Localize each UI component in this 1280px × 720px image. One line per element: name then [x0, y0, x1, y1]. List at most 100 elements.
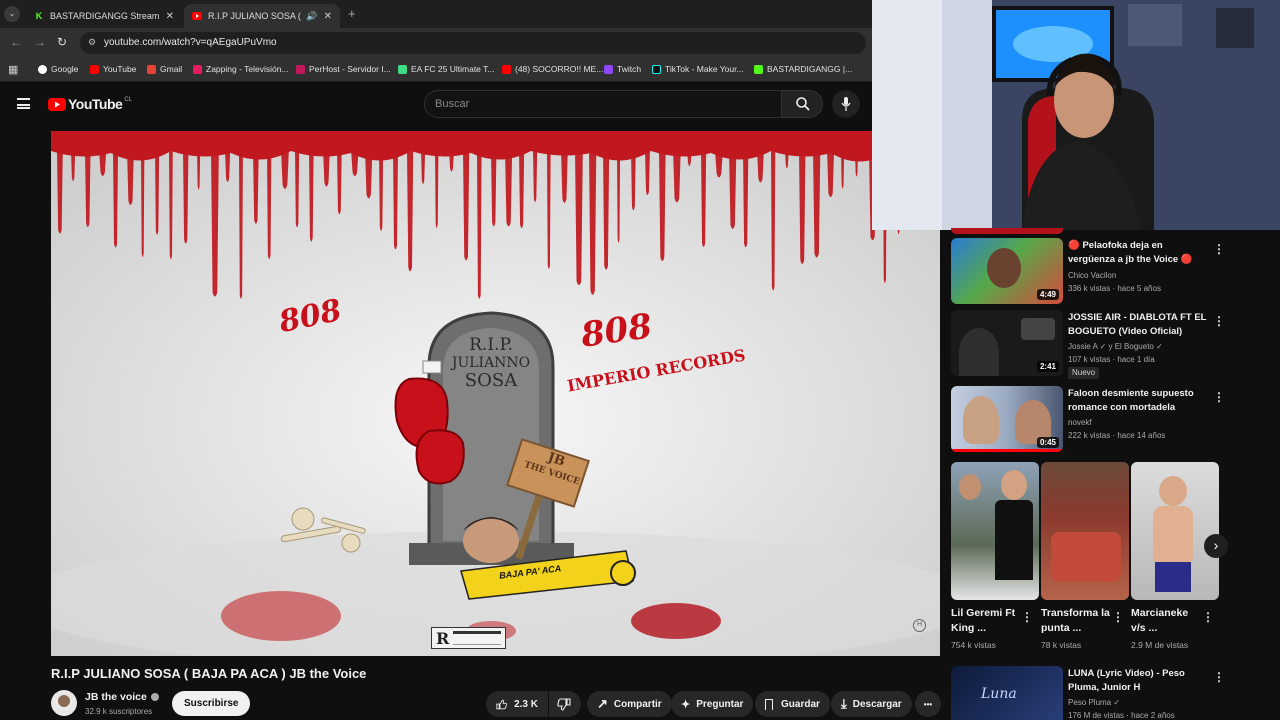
youtube-icon — [502, 64, 511, 74]
share-label: Compartir — [613, 698, 662, 710]
bookmark-perhost[interactable]: PerHost - Servidor I... — [296, 64, 391, 74]
shorts-title: Transforma la punta ... — [1041, 607, 1110, 634]
subscriber-count: 32.9 k suscriptores — [85, 707, 153, 716]
art-name-last: SOSA — [464, 370, 518, 391]
more-options-icon[interactable]: ⋮ — [1021, 610, 1033, 624]
recommendation-thumbnail[interactable]: 4:49 — [951, 238, 1063, 304]
recommendation-channel: Peso Pluma ✓ — [1068, 698, 1121, 707]
art-rating-badge: R — [431, 627, 507, 649]
shorts-title: Marcianeke v/s ... — [1131, 607, 1189, 634]
recommendation-channel: Chico Vacilon — [1068, 271, 1117, 280]
tab-bastardigangg[interactable]: K BASTARDIGANGG Stream - Wa ✕ — [26, 4, 182, 28]
shorts-thumbnail[interactable] — [1041, 462, 1129, 600]
subscribe-button[interactable]: Suscribirse — [172, 691, 251, 716]
eafc-icon — [398, 64, 407, 74]
ask-label: Preguntar — [696, 698, 744, 710]
recommendation-item[interactable]: 0:45 Faloon desmiente supuesto romance c… — [951, 386, 1267, 454]
more-options-icon[interactable]: ⋮ — [1213, 314, 1225, 328]
duration-badge: 4:49 — [1036, 289, 1059, 300]
apps-icon[interactable]: ▦ — [8, 63, 18, 76]
bookmark-icon — [765, 698, 773, 710]
speaker-icon[interactable]: 🔊 — [306, 11, 317, 22]
recommendation-meta: 222 k vistas · hace 14 años — [1068, 431, 1166, 440]
ask-button[interactable]: ✦ Preguntar — [671, 691, 754, 717]
new-badge: Nuevo — [1068, 367, 1100, 379]
recommendation-channel: novekf — [1068, 418, 1092, 427]
shorts-thumbnail[interactable] — [951, 462, 1039, 600]
search-icon — [796, 97, 810, 111]
bookmark-twitch[interactable]: Twitch — [604, 64, 641, 74]
search-button[interactable] — [781, 90, 823, 118]
video-player[interactable]: 808 808 IMPERIO RECORDS R.I.P. JULIANNO … — [51, 131, 940, 656]
forward-icon[interactable]: → — [34, 35, 46, 49]
recommendation-thumbnail[interactable]: 0:45 — [951, 386, 1063, 452]
reload-icon[interactable]: ↻ — [57, 35, 67, 49]
close-tab-icon[interactable]: ✕ — [166, 11, 174, 22]
browser-toolbar: ← → ↻ ⚙ youtube.com/watch?v=qAEgaUPuVmo — [0, 28, 872, 58]
twitch-icon — [604, 64, 613, 74]
recommendation-title: LUNA (Lyric Video) - Peso Pluma, Junior … — [1068, 668, 1185, 693]
youtube-icon — [90, 64, 99, 74]
youtube-icon — [192, 11, 202, 21]
voice-search-button[interactable] — [832, 90, 860, 118]
recommendation-item[interactable]: Luna LUNA (Lyric Video) - Peso Pluma, Ju… — [951, 666, 1267, 720]
tab-youtube-active[interactable]: R.I.P JULIANO SOSA ( BAJA 🔊 ✕ — [184, 4, 340, 28]
album-cover-art — [51, 131, 940, 656]
recommendation-title: Faloon desmiente supuesto romance con mo… — [1068, 388, 1194, 413]
like-button[interactable]: 2.3 K — [486, 691, 548, 717]
art-rip: R.I.P. — [469, 335, 513, 355]
search-input[interactable]: Buscar — [424, 90, 782, 118]
youtube-logo[interactable]: YouTube CL — [48, 96, 132, 112]
recommendation-title: 🔴 Pelaofoka deja en vergüenza a jb the V… — [1068, 240, 1193, 265]
tiktok-icon — [652, 64, 661, 74]
more-actions-button[interactable]: ••• — [915, 691, 941, 717]
address-bar[interactable]: ⚙ youtube.com/watch?v=qAEgaUPuVmo — [80, 32, 866, 54]
more-options-icon[interactable]: ⋮ — [1213, 242, 1225, 256]
recommendation-item[interactable]: 4:49 🔴 Pelaofoka deja en vergüenza a jb … — [951, 238, 1267, 306]
save-button[interactable]: Guardar — [755, 691, 830, 717]
more-options-icon[interactable]: ⋮ — [1202, 610, 1214, 624]
youtube-header: YouTube CL Buscar — [0, 82, 872, 126]
bookmark-bastardigangg[interactable]: BASTARDIGANGG |... — [754, 64, 852, 74]
dislike-button[interactable] — [549, 691, 581, 717]
more-options-icon[interactable]: ⋮ — [1213, 670, 1225, 684]
country-code: CL — [124, 97, 132, 103]
recommendation-thumbnail[interactable]: Luna — [951, 666, 1063, 720]
duration-badge: 0:45 — [1036, 437, 1059, 448]
zapping-icon — [193, 64, 202, 74]
back-icon[interactable]: ← — [10, 35, 22, 49]
bookmark-google[interactable]: Google — [38, 64, 78, 74]
recommendation-thumbnail[interactable]: 2:41 — [951, 310, 1063, 376]
streamer-webcam — [872, 0, 1280, 230]
kick-icon — [754, 64, 763, 74]
thumbs-up-icon — [496, 699, 507, 709]
more-options-icon[interactable]: ⋮ — [1112, 610, 1124, 624]
bookmark-tiktok[interactable]: TikTok - Make Your... — [652, 64, 744, 74]
rating-lines — [453, 631, 502, 645]
like-count: 2.3 K — [514, 698, 538, 710]
download-button[interactable]: ⤓ Descargar — [831, 691, 912, 717]
more-options-icon[interactable]: ⋮ — [1213, 390, 1225, 404]
shorts-views: 78 k vistas — [1041, 640, 1082, 650]
tab-strip: ⌄ K BASTARDIGANGG Stream - Wa ✕ R.I.P JU… — [0, 0, 872, 28]
shorts-thumbnail[interactable] — [1131, 462, 1219, 600]
shorts-next-button[interactable]: › — [1204, 534, 1228, 558]
site-info-icon[interactable]: ⚙ — [88, 37, 96, 48]
tab-search-button[interactable]: ⌄ — [4, 6, 20, 22]
share-button[interactable]: ↗ Compartir — [587, 691, 672, 717]
close-tab-icon[interactable]: ✕ — [324, 11, 332, 22]
channel-name[interactable]: JB the voice — [85, 691, 159, 703]
bookmark-gmail[interactable]: Gmail — [147, 64, 182, 74]
new-tab-button[interactable]: + — [348, 6, 356, 21]
bookmark-zapping[interactable]: Zapping - Televisión... — [193, 64, 289, 74]
recommendation-item[interactable]: 2:41 JOSSIE AIR - DIABLOTA FT EL BOGUETO… — [951, 310, 1267, 382]
channel-avatar[interactable] — [51, 690, 77, 716]
perhost-icon — [296, 64, 305, 74]
art-rip-text: R.I.P. JULIANNO SOSA — [436, 336, 546, 390]
bookmark-socorro[interactable]: (48) SOCORRO!! ME... — [502, 64, 603, 74]
bookmark-eafc[interactable]: EA FC 25 Ultimate T... — [398, 64, 494, 74]
bookmark-youtube[interactable]: YouTube — [90, 64, 136, 74]
recommendation-channel: Jossie A ✓ y El Bogueto ✓ — [1068, 342, 1163, 351]
menu-icon[interactable] — [17, 98, 30, 109]
mic-icon — [841, 97, 851, 111]
